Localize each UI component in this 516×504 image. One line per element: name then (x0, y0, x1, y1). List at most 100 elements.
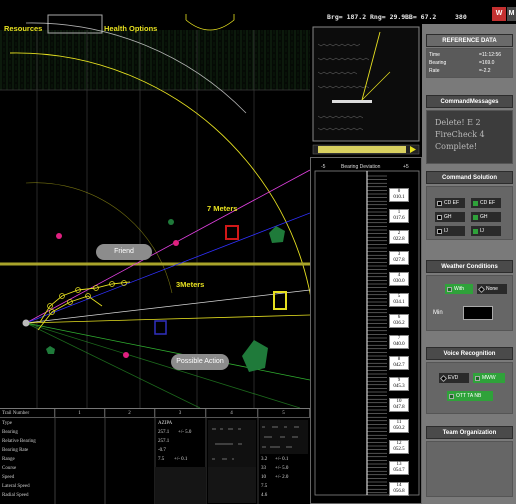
sonar-display[interactable] (310, 24, 422, 157)
sonar-scroll-thumb[interactable] (318, 146, 406, 153)
cs-ij-button-right[interactable]: IJ (471, 226, 501, 236)
t5-course-err: +/- 5.0 (275, 466, 289, 471)
bearing-tick-8: 8 042.7 (389, 356, 409, 370)
voice-ott-button[interactable]: OTT TA NB (447, 391, 493, 401)
cs-button-label: CD EF (480, 200, 495, 206)
voice-ott-label: OTT TA NB (456, 393, 482, 399)
voice-mww-button[interactable]: MWW (473, 373, 505, 383)
t5-speed-err: +/- 2.0 (275, 475, 289, 480)
t5-range: 3.2 (261, 457, 268, 462)
cs-button-label: IJ (444, 228, 448, 234)
reference-data-title: REFERENCE DATA (426, 34, 513, 47)
cs-gh-button-right[interactable]: GH (471, 212, 501, 222)
command-messages-text: Delete! E 2 FireCheck 4 Complete! (435, 117, 485, 153)
bearing-tick-6: 6 036.2 (389, 314, 409, 328)
bearing-tick-7: 7 040.0 (389, 335, 409, 349)
cs-indicator (437, 214, 442, 220)
range-3m-label: 3Meters (176, 280, 205, 289)
t5-radial-speed: 4.6 (261, 493, 268, 498)
team-organization-box (426, 441, 513, 497)
cs-cd-ef-button-left[interactable]: CD EF (435, 198, 465, 208)
t3-range-err: +/- 0.1 (174, 457, 188, 462)
command-solution-box: CD EF CD EF GH GH IJ IJ (426, 186, 513, 240)
voice-recognition-box: EVD MWW OTT TA NB (426, 362, 513, 414)
bearing-tick-14: 14 056.8 (389, 482, 409, 496)
cs-button-label: CD EF (444, 200, 459, 206)
bearing-tick-value: 054.7 (393, 468, 405, 473)
weather-none-label: None (486, 286, 498, 292)
cs-button-label: GH (480, 214, 488, 220)
reference-data-box: Time =11:12:56 Bearing =169.0 Rate =-2.2 (426, 48, 513, 78)
bearing-tick-value: 036.2 (393, 321, 405, 326)
cs-indicator (473, 228, 478, 234)
range-readout: Rng= 29.9 (370, 13, 406, 21)
contact-magenta-1[interactable] (56, 233, 62, 239)
m-button[interactable]: M (507, 7, 516, 21)
ref-time-value: =11:12:56 (479, 52, 502, 58)
contact-green-dot[interactable] (168, 219, 174, 225)
weather-with-indicator (447, 286, 452, 292)
cs-ij-button-left[interactable]: IJ (435, 226, 465, 236)
weather-min-input[interactable] (463, 306, 493, 320)
cs-button-label: GH (444, 214, 452, 220)
resources-label[interactable]: Resources (4, 24, 42, 33)
command-message-line: FireCheck 4 (435, 130, 485, 139)
cs-indicator (437, 228, 442, 234)
bearing-tick-12: 12 052.5 (389, 440, 409, 454)
weather-with-button[interactable]: With (445, 284, 473, 294)
ownship-marker[interactable] (22, 319, 30, 327)
contact-magenta-3[interactable] (123, 352, 129, 358)
command-message-line: Complete! (435, 142, 478, 151)
ref-bearing-value: =169.0 (479, 60, 495, 66)
tactical-display[interactable]: Resources Health Options 7 Meters 3Meter… (0, 0, 310, 408)
bearing-tick-value: 034.1 (393, 300, 405, 305)
command-message-line: Delete! E 2 (435, 118, 481, 127)
w-button[interactable]: W (492, 7, 506, 21)
weather-with-label: With (454, 286, 464, 292)
t3-bearing: 257.1 (158, 430, 170, 435)
command-messages-box: Delete! E 2 FireCheck 4 Complete! (426, 110, 513, 164)
t3-relative-bearing: 257.1 (158, 439, 170, 444)
voice-evd-indicator (439, 374, 448, 382)
t5-speed: 10 (261, 475, 266, 480)
weather-conditions-box: With None Min (426, 275, 513, 331)
health-options-label[interactable]: Health Options (104, 24, 157, 33)
bearing-tick-value: 052.5 (393, 447, 405, 452)
command-solution-title: Command Solution (426, 171, 513, 184)
bearing-tick-11: 11 050.2 (389, 419, 409, 433)
voice-evd-button[interactable]: EVD (439, 373, 469, 383)
cs-indicator (473, 214, 478, 220)
sonar-trace (332, 100, 372, 103)
possible-action-button[interactable]: Possible Action (171, 354, 229, 370)
t3-type: AZIPA (158, 421, 173, 426)
weather-none-button[interactable]: None (477, 284, 507, 294)
voice-recognition-title: Voice Recognition (426, 347, 513, 360)
bearing-tick-3: 3 027.8 (389, 251, 409, 265)
bearing-tick-5: 5 034.1 (389, 293, 409, 307)
ref-rate-value: =-2.2 (479, 68, 491, 74)
ref-rate-label: Rate (429, 68, 440, 74)
bearing-tick-4: 4 030.0 (389, 272, 409, 286)
command-messages-title: CommandMessages (426, 95, 513, 108)
cs-indicator (473, 200, 478, 206)
bearing-tick-value: 050.2 (393, 426, 405, 431)
cs-cd-ef-button-right[interactable]: CD EF (471, 198, 501, 208)
cs-button-label: IJ (480, 228, 484, 234)
bearing-tick-1: 1 017.6 (389, 209, 409, 223)
bearing-tick-value: 056.8 (393, 489, 405, 494)
bearing-tick-value: 017.6 (393, 216, 405, 221)
t3-range: 7.5 (158, 457, 165, 462)
voice-evd-label: EVD (448, 375, 459, 381)
bb-readout: BB= 67.2 (405, 13, 437, 21)
t5-lateral-speed: 7.5 (261, 484, 268, 489)
tactical-canvas[interactable] (0, 0, 310, 408)
right-control-panel: REFERENCE DATA Time =11:12:56 Bearing =1… (422, 24, 516, 504)
weather-min-label: Min (433, 310, 443, 316)
friend-button[interactable]: Friend (96, 244, 152, 260)
t5-range-err: +/- 0.1 (275, 457, 289, 462)
range-7m-label: 7 Meters (207, 204, 238, 213)
bearing-tick-value: 047.8 (393, 405, 405, 410)
cs-gh-button-left[interactable]: GH (435, 212, 465, 222)
contact-magenta-2[interactable] (173, 240, 179, 246)
bearing-tick-9: 9 045.3 (389, 377, 409, 391)
